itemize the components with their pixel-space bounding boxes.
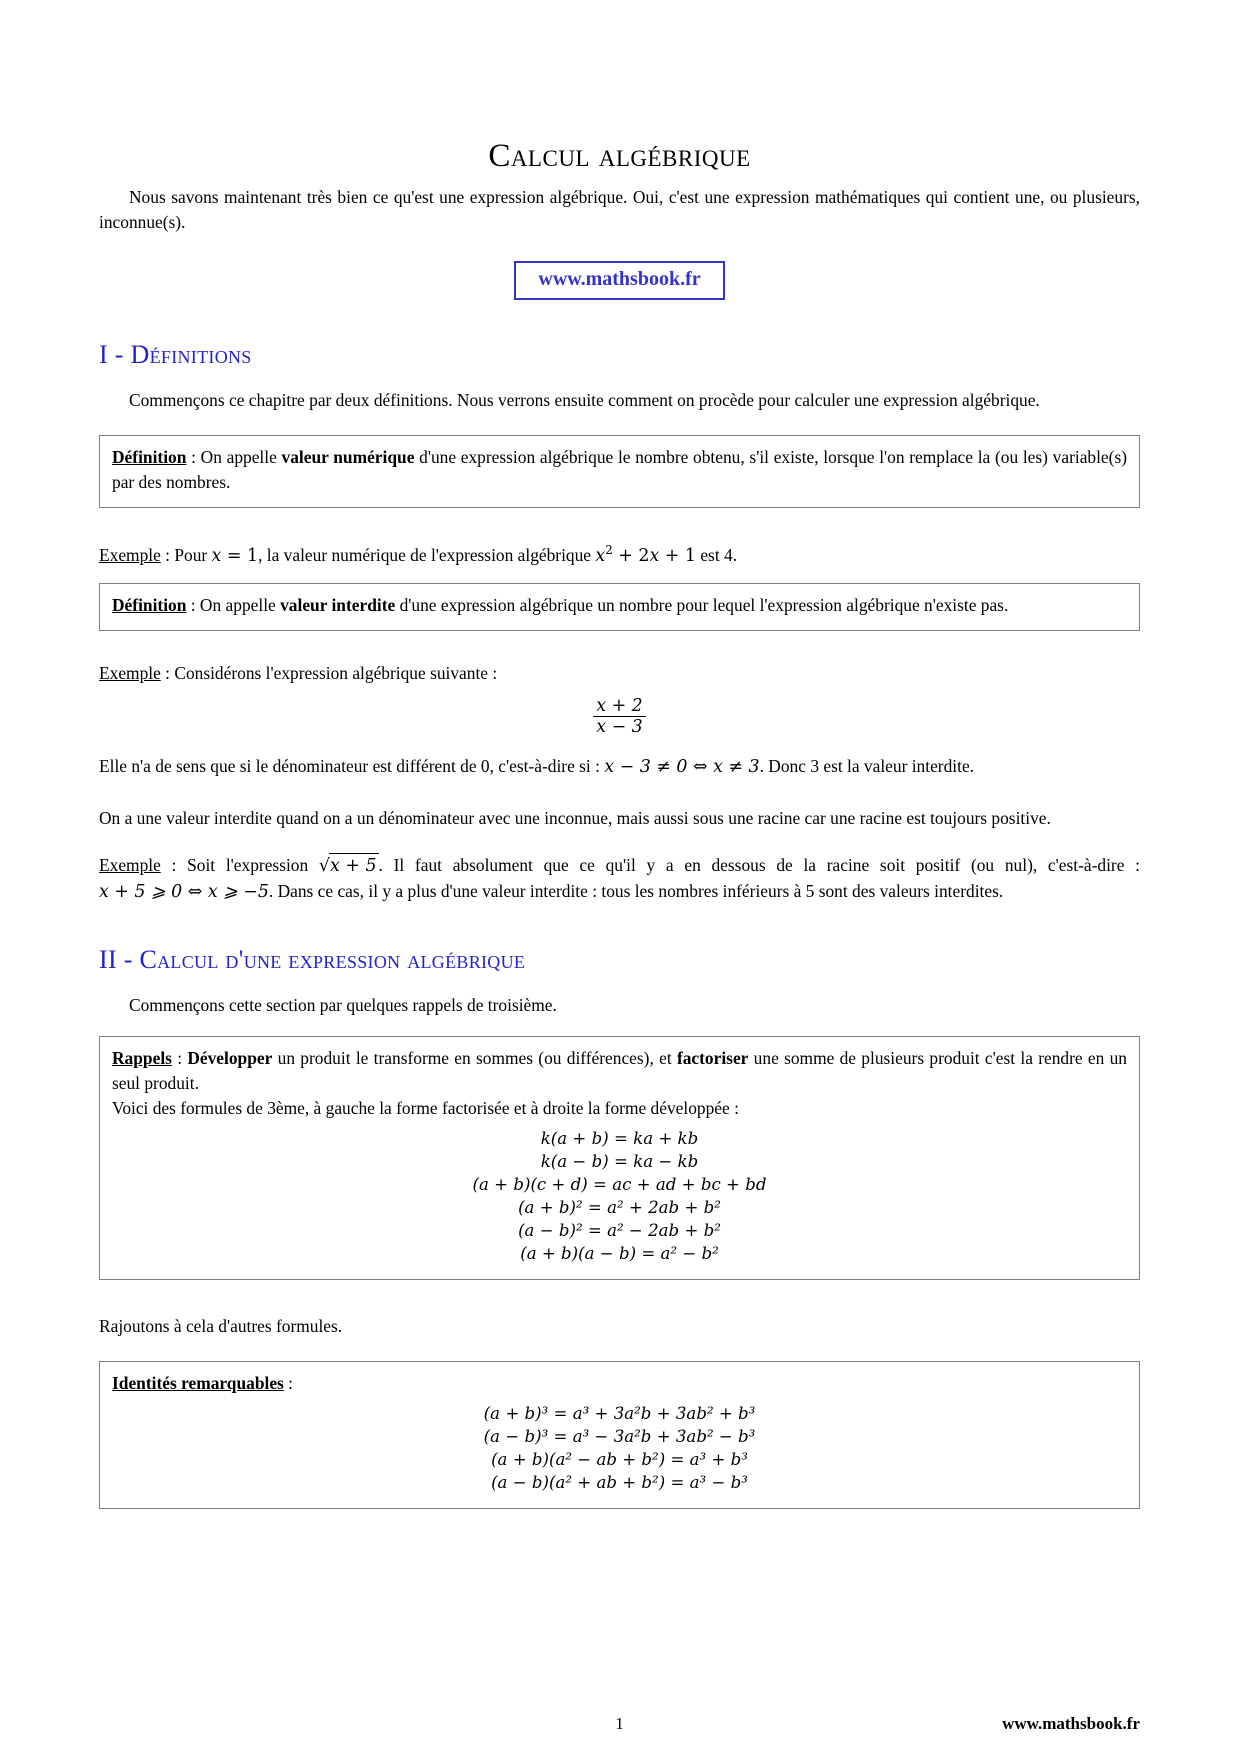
example-3-math: x + 5 ⩾ 0 ⇔ x ⩾ −5 bbox=[99, 881, 269, 902]
footer-site-url: www.mathsbook.fr bbox=[1002, 1714, 1140, 1733]
definition-box-2: Définition : On appelle valeur interdite… bbox=[99, 582, 1140, 631]
rappels-term-factoriser: factoriser bbox=[676, 1047, 749, 1068]
identites-formula-list: (a + b)³ = a³ + 3a²b + 3ab² + b³ (a − b)… bbox=[112, 1402, 1127, 1494]
formula-item: (a − b)² = a² − 2ab + b² bbox=[518, 1220, 721, 1240]
example-1-math-2: x2 + 2x + 1 bbox=[595, 543, 696, 566]
page-footer: 1 www.mathsbook.fr bbox=[99, 1714, 1140, 1754]
definition-2-separator: : On appelle bbox=[186, 594, 281, 615]
example-2-label: Exemple bbox=[99, 662, 161, 683]
page-number: 1 bbox=[615, 1714, 624, 1733]
section-title-1: Définitions bbox=[130, 340, 252, 369]
section-title-2: Calcul d'une expression algébrique bbox=[139, 944, 526, 974]
identites-heading: Identités remarquables : bbox=[112, 1371, 1127, 1396]
formula-item: (a − b)(a² + ab + b²) = a³ − b³ bbox=[491, 1472, 748, 1492]
fraction-display: x + 2 x − 3 bbox=[99, 696, 1140, 738]
definition-1-separator: : On appelle bbox=[186, 447, 282, 467]
identites-label: Identités remarquables bbox=[112, 1372, 284, 1393]
section-number-1: I - bbox=[99, 340, 131, 369]
example-2-conclusion-before: Elle n'a de sens que si le dénominateur … bbox=[99, 755, 605, 776]
rappels-term-developper: Développer bbox=[187, 1047, 273, 1068]
document-page: Calcul algébrique Nous savons maintenant… bbox=[99, 0, 1140, 1754]
identites-separator: : bbox=[283, 1372, 294, 1393]
definition-2-text: Définition : On appelle valeur interdite… bbox=[112, 593, 1127, 618]
rappels-label: Rappels bbox=[112, 1047, 172, 1068]
example-2-conclusion: Elle n'a de sens que si le dénominateur … bbox=[99, 754, 1140, 780]
formula-item: (a + b)(a² − ab + b²) = a³ + b³ bbox=[491, 1449, 748, 1469]
formula-item: (a − b)³ = a³ − 3a²b + 3ab² − b³ bbox=[483, 1426, 756, 1446]
page-title: Calcul algébrique bbox=[488, 138, 751, 174]
definition-1-term: valeur numérique bbox=[281, 447, 415, 467]
formula-item: (a + b)² = a² + 2ab + b² bbox=[518, 1197, 721, 1217]
url-badge-wrapper: www.mathsbook.fr bbox=[99, 261, 1140, 300]
example-3-text-middle: . Il faut absolument que ce qu'il y a en… bbox=[378, 854, 1140, 875]
formula-item: k(a − b) = ka − kb bbox=[540, 1151, 699, 1171]
example-2-conclusion-after: . Donc 3 est la valeur interdite. bbox=[759, 755, 975, 776]
example-1-text-before: : Pour bbox=[160, 544, 212, 565]
fraction-numerator: x + 2 bbox=[596, 695, 643, 716]
example-2: Exemple : Considérons l'expression algéb… bbox=[99, 661, 1140, 686]
definition-1-label: Définition bbox=[112, 447, 187, 467]
fraction-denominator: x − 3 bbox=[593, 716, 646, 738]
example-3: Exemple : Soit l'expression √x + 5. Il f… bbox=[99, 852, 1140, 905]
intro-paragraph: Nous savons maintenant très bien ce qu'e… bbox=[99, 187, 1140, 232]
paragraph-racine: On a une valeur interdite quand on a un … bbox=[99, 807, 1051, 828]
example-3-text-before: : Soit l'expression bbox=[160, 854, 319, 875]
rappels-text: Rappels : Développer un produit le trans… bbox=[112, 1046, 1127, 1096]
rappels-separator: : bbox=[171, 1047, 188, 1068]
section-heading-1: I - Définitions bbox=[99, 340, 1140, 370]
example-2-text: : Considérons l'expression algébrique su… bbox=[160, 662, 498, 683]
identites-box: Identités remarquables : (a + b)³ = a³ +… bbox=[99, 1360, 1140, 1509]
square-root-content: x + 5 bbox=[329, 852, 379, 879]
rappels-text-1: un produit le transforme en sommes (ou d… bbox=[272, 1047, 677, 1068]
section2-intro: Commençons cette section par quelques ra… bbox=[129, 994, 557, 1015]
definition-1-text: Définition : On appelle valeur numérique… bbox=[112, 445, 1127, 495]
url-badge[interactable]: www.mathsbook.fr bbox=[514, 261, 725, 300]
example-1-text-after: est 4. bbox=[695, 544, 738, 565]
rappels-box: Rappels : Développer un produit le trans… bbox=[99, 1035, 1140, 1280]
example-1: Exemple : Pour x = 1, la valeur numériqu… bbox=[99, 538, 1140, 569]
example-1-text-middle: , la valeur numérique de l'expression al… bbox=[258, 544, 596, 565]
definition-2-term: valeur interdite bbox=[280, 594, 396, 615]
section1-intro: Commençons ce chapitre par deux définiti… bbox=[129, 390, 1040, 410]
example-1-label: Exemple bbox=[99, 544, 161, 565]
section-number-2: II - bbox=[99, 944, 140, 974]
definition-box-1: Définition : On appelle valeur numérique… bbox=[99, 435, 1140, 508]
rappels-line-2: Voici des formules de 3ème, à gauche la … bbox=[112, 1097, 739, 1118]
fraction-x-plus-2-over-x-minus-3: x + 2 x − 3 bbox=[593, 696, 646, 738]
example-2-conclusion-math: x − 3 ≠ 0 ⇔ x ≠ 3 bbox=[604, 756, 760, 777]
section-heading-2: II - Calcul d'une expression algébrique bbox=[99, 945, 1140, 975]
example-3-text-after: . Dans ce cas, il y a plus d'une valeur … bbox=[268, 880, 1004, 901]
square-root-expression: √x + 5 bbox=[319, 852, 379, 879]
formula-item: (a + b)³ = a³ + 3a²b + 3ab² + b³ bbox=[483, 1403, 756, 1423]
rappels-formula-list: k(a + b) = ka + kb k(a − b) = ka − kb (a… bbox=[112, 1127, 1127, 1265]
formula-item: k(a + b) = ka + kb bbox=[540, 1128, 699, 1148]
formula-item: (a + b)(a − b) = a² − b² bbox=[520, 1243, 719, 1263]
example-1-math-1: x = 1 bbox=[211, 545, 259, 566]
formula-item: (a + b)(c + d) = ac + ad + bc + bd bbox=[472, 1174, 767, 1194]
bridge-text: Rajoutons à cela d'autres formules. bbox=[99, 1315, 343, 1336]
definition-2-label: Définition bbox=[112, 594, 187, 615]
example-3-label: Exemple bbox=[99, 854, 161, 875]
definition-2-body: d'une expression algébrique un nombre po… bbox=[395, 594, 1009, 615]
